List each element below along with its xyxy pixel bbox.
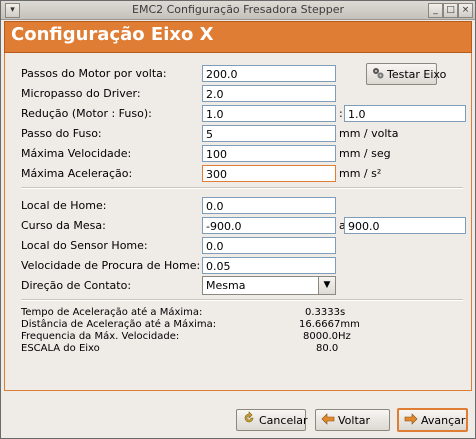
travel-max-input[interactable]: 900.0 xyxy=(344,217,466,234)
axis-config-panel: Passos do Motor por volta: 200.0 Testar … xyxy=(4,53,472,391)
back-button[interactable]: Voltar xyxy=(315,409,390,431)
maxacc-input[interactable]: 300 xyxy=(202,165,336,182)
sensor-label: Local do Sensor Home: xyxy=(21,239,148,252)
home-input[interactable]: 0.0 xyxy=(202,197,336,214)
calc-value: 0.3333s xyxy=(305,307,346,318)
calc-label: Distância de Aceleração até a Máxima: xyxy=(21,319,217,330)
maxacc-unit: mm / s² xyxy=(339,167,382,180)
gears-icon xyxy=(372,65,384,86)
reduction-separator: : xyxy=(339,107,343,120)
test-axis-label: Testar Eixo xyxy=(387,68,447,81)
chevron-down-icon[interactable]: ▼ xyxy=(318,277,335,294)
close-icon[interactable]: × xyxy=(458,3,473,18)
page-header: Configuração Eixo X xyxy=(4,21,472,53)
calc-label: Frequencia da Máx. Velocidade: xyxy=(21,331,180,342)
calc-value: 16.6667mm xyxy=(299,319,360,330)
search-vel-label: Velocidade de Procura de Home: xyxy=(21,259,201,272)
window-title: EMC2 Configuração Fresadora Stepper xyxy=(132,3,344,16)
microstep-input[interactable]: 2.0 xyxy=(202,85,336,102)
pitch-label: Passo do Fuso: xyxy=(21,127,102,140)
home-label: Local de Home: xyxy=(21,199,107,212)
steps-input[interactable]: 200.0 xyxy=(202,65,336,82)
forward-arrow-icon xyxy=(404,411,418,432)
back-label: Voltar xyxy=(338,414,371,427)
calc-value: 80.0 xyxy=(316,343,339,354)
cancel-icon xyxy=(242,410,256,432)
button-bar: Cancelar Voltar Avançar xyxy=(1,391,475,438)
page-title: Configuração Eixo X xyxy=(11,24,214,45)
test-axis-button[interactable]: Testar Eixo xyxy=(366,63,446,86)
search-vel-input[interactable]: 0.05 xyxy=(202,257,336,274)
calc-value: 8000.0Hz xyxy=(303,331,351,342)
cancel-label: Cancelar xyxy=(259,414,308,427)
sensor-input[interactable]: 0.0 xyxy=(202,237,336,254)
maxvel-unit: mm / seg xyxy=(339,147,391,160)
minimize-icon[interactable]: _ xyxy=(428,3,443,18)
reduction-motor-input[interactable]: 1.0 xyxy=(202,105,336,122)
pitch-unit: mm / volta xyxy=(339,127,399,140)
direction-value: Mesma xyxy=(206,279,246,292)
maxacc-label: Máxima Aceleração: xyxy=(21,167,133,180)
section-divider xyxy=(21,299,463,301)
pitch-input[interactable]: 5 xyxy=(202,125,336,142)
title-bar[interactable]: ▾ EMC2 Configuração Fresadora Stepper _ … xyxy=(1,1,475,20)
travel-min-input[interactable]: -900.0 xyxy=(202,217,336,234)
microstep-label: Micropasso do Driver: xyxy=(21,87,141,100)
direction-label: Direção de Contato: xyxy=(21,279,132,292)
next-label: Avançar xyxy=(421,414,466,427)
reduction-label: Redução (Motor : Fuso): xyxy=(21,107,152,120)
maximize-icon[interactable]: □ xyxy=(443,3,458,18)
wizard-window: ▾ EMC2 Configuração Fresadora Stepper _ … xyxy=(0,0,476,439)
calc-label: ESCALA do Eixo xyxy=(21,343,100,354)
maxvel-input[interactable]: 100 xyxy=(202,145,336,162)
cancel-button[interactable]: Cancelar xyxy=(236,409,308,432)
section-divider xyxy=(21,187,463,189)
steps-label: Passos do Motor por volta: xyxy=(21,67,167,80)
next-button[interactable]: Avançar xyxy=(397,408,468,432)
direction-select[interactable]: Mesma ▼ xyxy=(202,276,336,295)
reduction-screw-input[interactable]: 1.0 xyxy=(344,105,466,122)
travel-label: Curso da Mesa: xyxy=(21,219,106,232)
maxvel-label: Máxima Velocidade: xyxy=(21,147,132,160)
calc-label: Tempo de Aceleração até a Máxima: xyxy=(21,307,203,318)
back-arrow-icon xyxy=(321,411,335,432)
